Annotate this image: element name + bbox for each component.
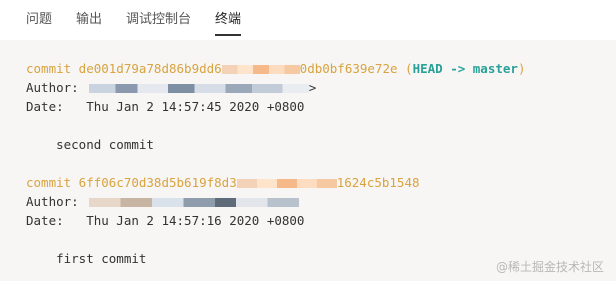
tab-output[interactable]: 输出 [76, 0, 102, 40]
redacted-block [221, 65, 300, 74]
commit-hash-start: commit de001d79a78d86b9dd6 [26, 61, 222, 76]
tab-terminal[interactable]: 终端 [215, 0, 242, 40]
panel-tab-bar: 问题 输出 调试控制台 终端 [0, 0, 616, 40]
date-line: Date: Thu Jan 2 14:57:16 2020 +0800 [26, 213, 305, 228]
terminal-output[interactable]: commit de001d79a78d86b9dd6 0db0bf639e72e … [0, 40, 616, 281]
commit-hash-end: 0db0bf639e72e [299, 61, 398, 76]
redacted-block [88, 84, 309, 93]
head-ref: (HEAD -> master) [397, 61, 526, 76]
tab-problems[interactable]: 问题 [26, 0, 52, 40]
commit-hash-end: 1624c5b1548 [336, 175, 420, 190]
watermark: @稀土掘金技术社区 [495, 260, 604, 274]
commit-line: commit 6ff06c70d38d5b619f8d3 1624c5b1548 [26, 173, 616, 192]
redacted-block [236, 179, 337, 188]
date-line: Date: Thu Jan 2 14:57:45 2020 +0800 [26, 99, 305, 114]
author-line: Author: > [26, 80, 317, 95]
commit-line: commit de001d79a78d86b9dd6 0db0bf639e72e … [26, 59, 616, 78]
tab-debug-console[interactable]: 调试控制台 [126, 0, 191, 40]
commit-message: second commit [26, 137, 154, 152]
redacted-block [88, 198, 299, 207]
commit-hash-start: commit 6ff06c70d38d5b619f8d3 [26, 175, 237, 190]
author-line: Author: [26, 192, 616, 211]
